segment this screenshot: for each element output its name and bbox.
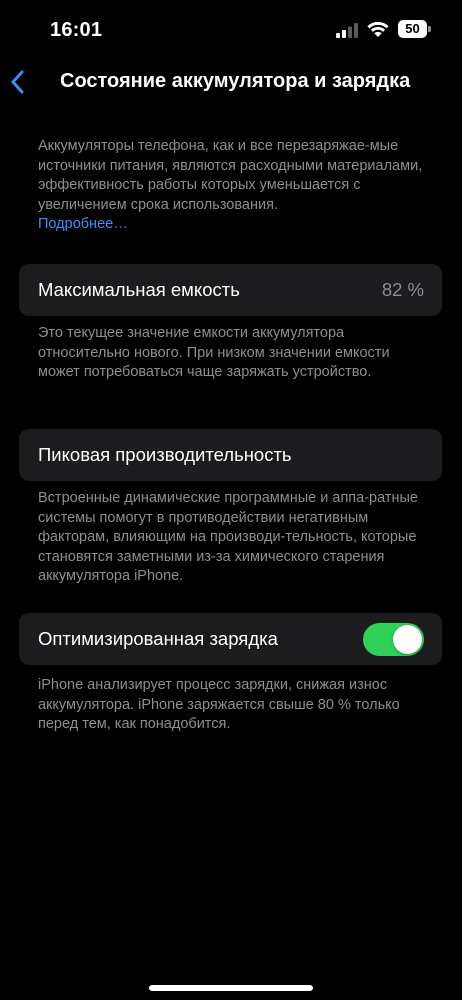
max-capacity-label: Максимальная емкость xyxy=(38,279,240,300)
max-capacity-footnote: Это текущее значение емкости аккумулятор… xyxy=(38,325,390,380)
intro-text: Аккумуляторы телефона, как и все перезар… xyxy=(38,138,423,213)
optimized-charging-label: Оптимизированная зарядка xyxy=(38,628,278,649)
status-time: 16:01 xyxy=(50,19,103,41)
toggle-knob xyxy=(393,625,422,654)
back-button[interactable] xyxy=(4,62,38,102)
peak-performance-label: Пиковая производительность xyxy=(38,444,292,465)
learn-more-link[interactable]: Подробнее… xyxy=(38,216,128,232)
battery-icon: 50 xyxy=(398,20,432,38)
chevron-left-icon xyxy=(11,70,24,94)
optimized-charging-footnote: iPhone анализирует процесс зарядки, сниж… xyxy=(38,677,400,732)
wifi-icon xyxy=(366,20,390,38)
max-capacity-cell: Максимальная емкость 82 % xyxy=(19,264,442,316)
status-bar: 16:01 50 xyxy=(0,0,462,60)
max-capacity-value: 82 % xyxy=(381,279,424,300)
optimized-charging-toggle[interactable] xyxy=(363,623,424,656)
peak-performance-cell: Пиковая производительность xyxy=(19,429,442,481)
battery-tip xyxy=(428,26,431,32)
intro-text-block: Аккумуляторы телефона, как и все перезар… xyxy=(38,137,434,235)
peak-performance-footnote: Встроенные динамические программные и ап… xyxy=(38,490,418,584)
home-indicator[interactable] xyxy=(149,985,313,991)
cellular-signal-icon xyxy=(336,22,360,38)
optimized-charging-cell: Оптимизированная зарядка xyxy=(19,613,442,665)
battery-level: 50 xyxy=(398,20,427,38)
page-title: Состояние аккумулятора и зарядка xyxy=(60,70,411,92)
